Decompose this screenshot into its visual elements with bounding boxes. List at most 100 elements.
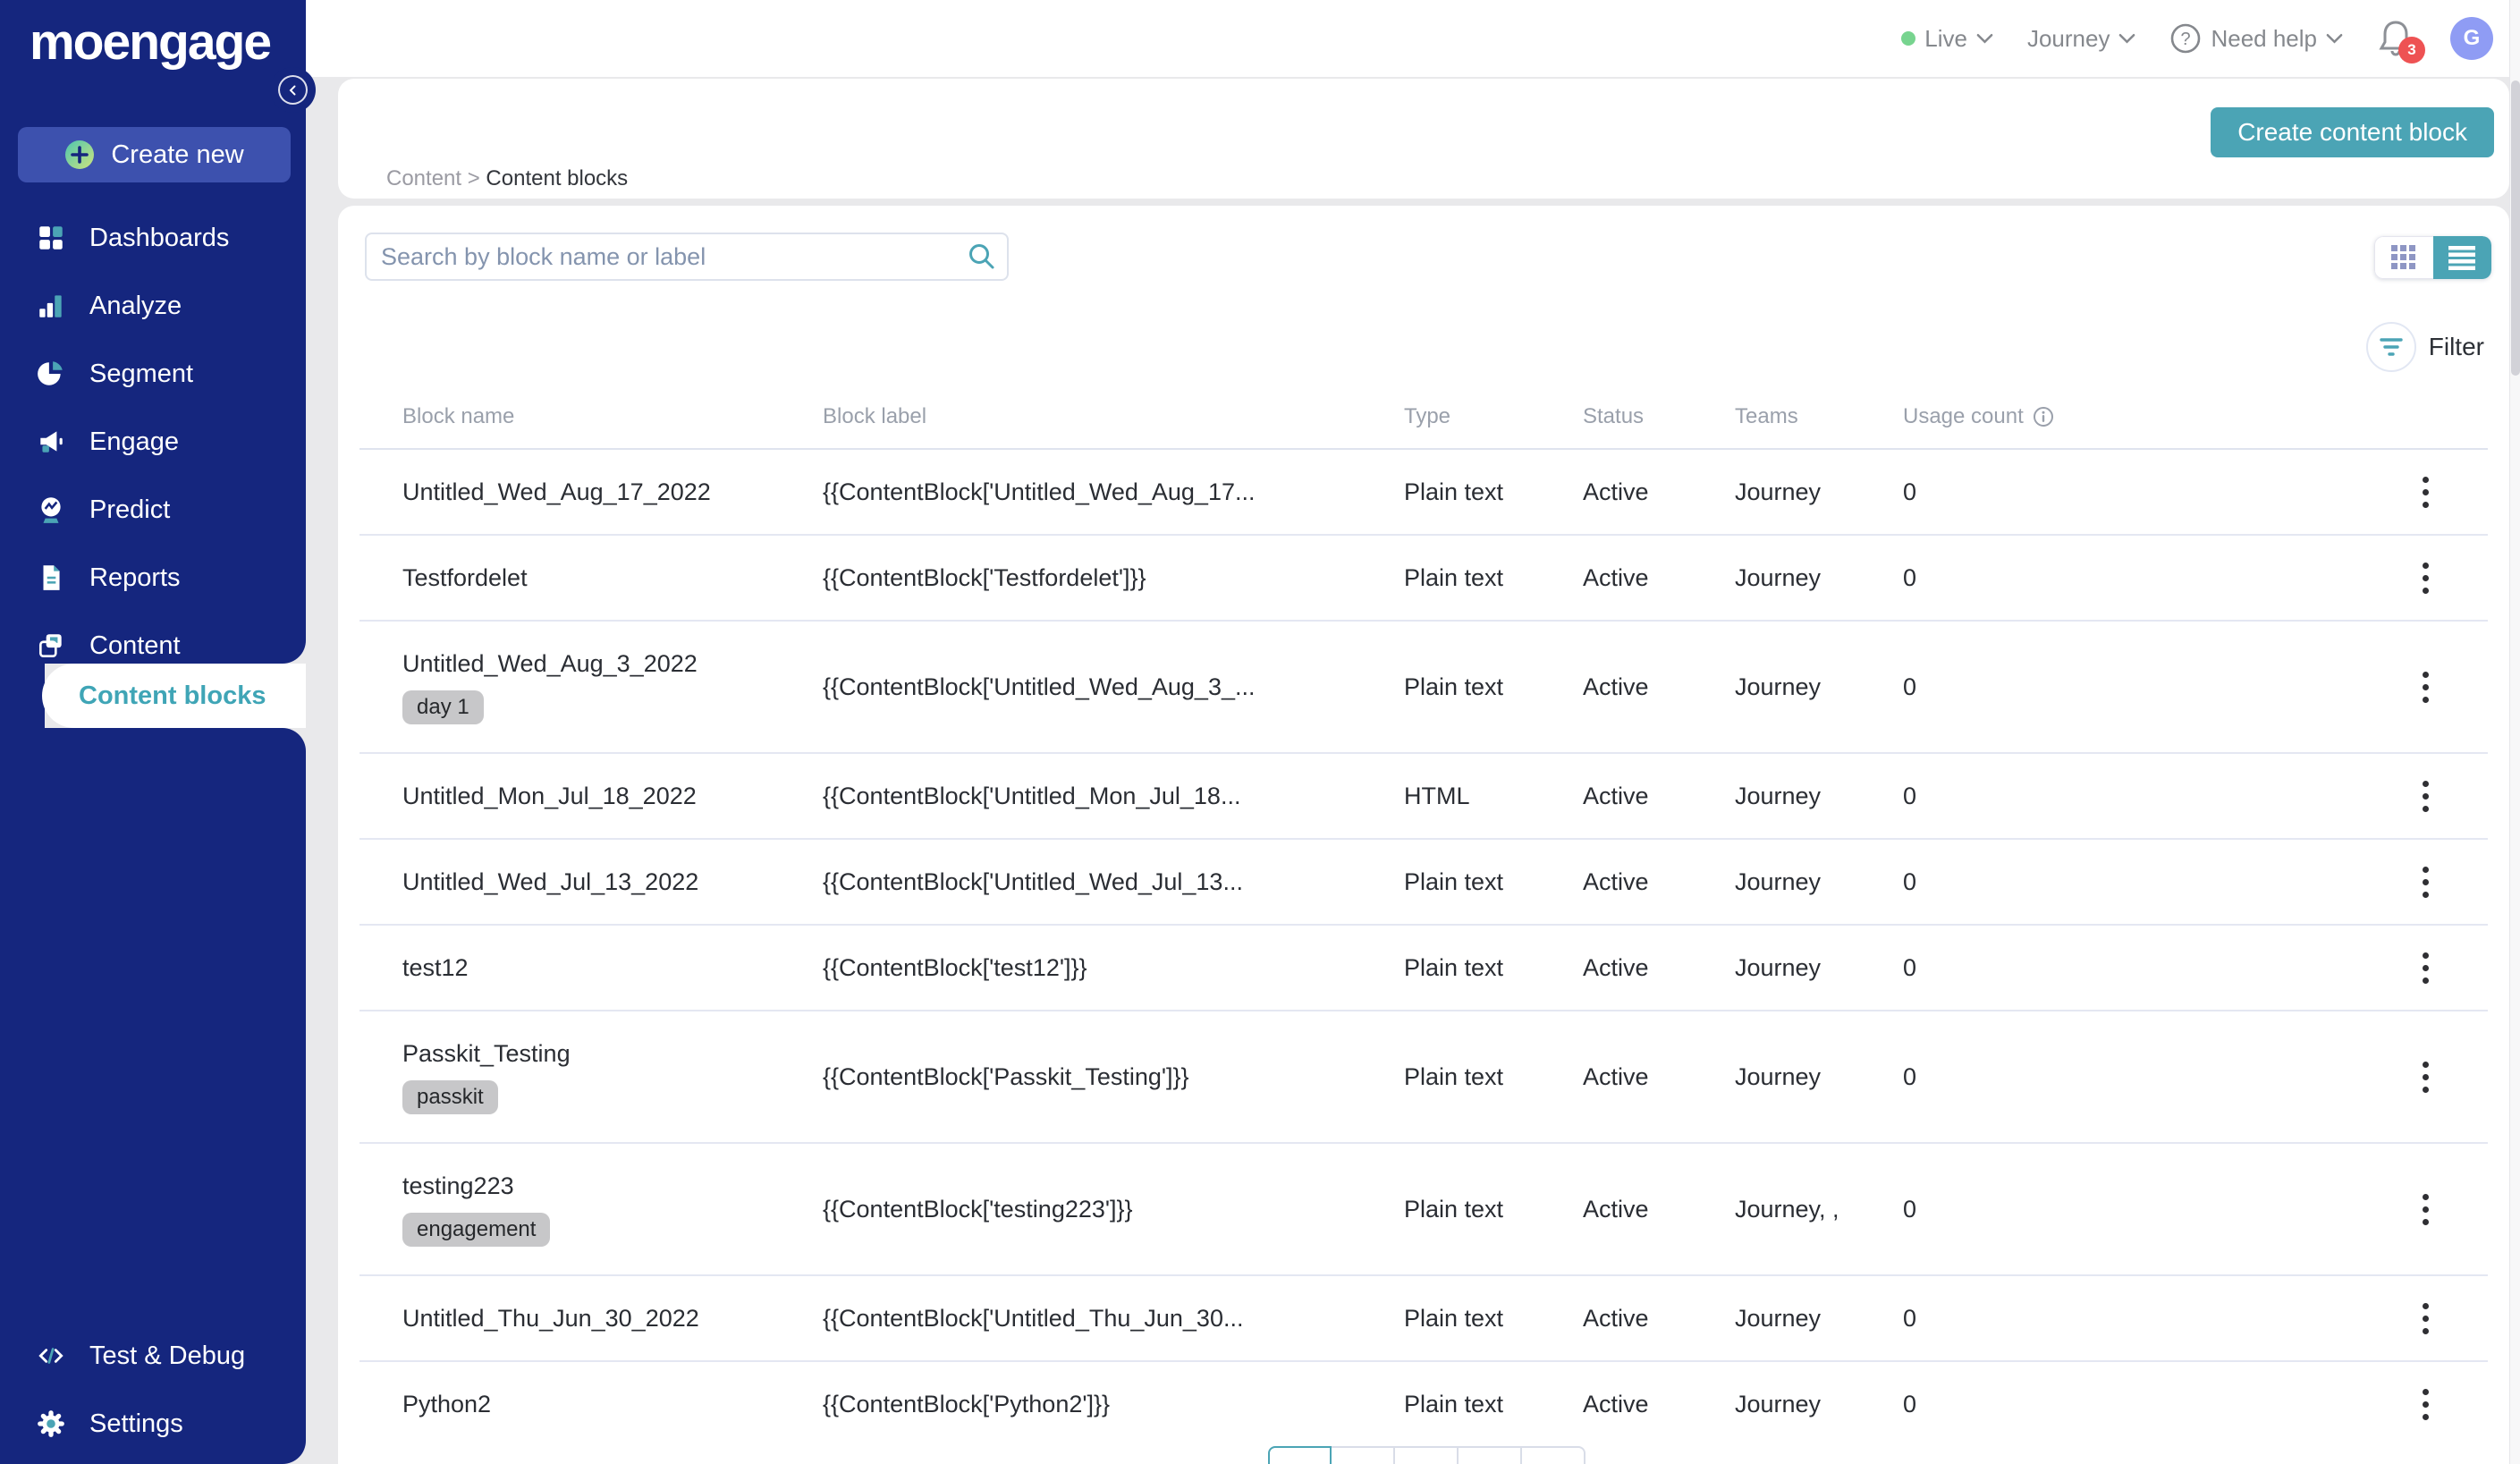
sidebar-item-reports[interactable]: Reports — [0, 544, 306, 612]
col-header-usage-count: Usage count — [1903, 404, 2400, 429]
row-actions-menu-icon[interactable] — [2400, 1184, 2450, 1234]
block-type: Plain text — [1404, 1062, 1504, 1090]
need-help-dropdown[interactable]: ? Need help — [2169, 22, 2343, 55]
environment-label: Live — [1924, 24, 1967, 52]
reports-icon — [43, 565, 60, 590]
info-icon[interactable] — [2033, 406, 2054, 427]
table-row[interactable]: Untitled_Wed_Aug_3_2022 day 1 {{ContentB… — [359, 622, 2488, 754]
table-row[interactable]: Python2 {{ContentBlock['Python2']}} Plai… — [359, 1362, 2488, 1446]
block-name: test12 — [402, 953, 469, 981]
search-icon[interactable] — [957, 241, 1007, 272]
content-blocks-card: Filter Block name Block label Type Statu… — [338, 206, 2509, 1464]
sidebar-item-predict[interactable]: Predict — [0, 476, 306, 544]
table-row[interactable]: Untitled_Mon_Jul_18_2022 {{ContentBlock[… — [359, 754, 2488, 840]
block-status: Active — [1583, 478, 1649, 505]
usage-count: 0 — [1903, 782, 1917, 809]
notifications-button[interactable]: 3 — [2377, 17, 2425, 63]
breadcrumb-separator: > — [467, 166, 480, 190]
row-actions-menu-icon[interactable] — [2400, 857, 2450, 907]
block-type: Plain text — [1404, 673, 1504, 700]
sidebar-item-settings[interactable]: Settings — [0, 1390, 306, 1458]
block-teams: Journey — [1735, 1062, 1822, 1090]
block-type: Plain text — [1404, 563, 1504, 591]
team-dropdown[interactable]: Journey — [2027, 25, 2136, 53]
sidebar-item-test-and-debug[interactable]: Test & Debug — [0, 1322, 306, 1390]
table-header-row: Block name Block label Type Status Teams… — [359, 385, 2488, 450]
row-actions-menu-icon[interactable] — [2400, 1052, 2450, 1102]
row-actions-menu-icon[interactable] — [2400, 1293, 2450, 1343]
block-name: Untitled_Wed_Aug_17_2022 — [402, 478, 711, 505]
pagination-page-button[interactable] — [1268, 1446, 1332, 1464]
block-tag: day 1 — [402, 690, 484, 724]
row-actions-menu-icon[interactable] — [2400, 943, 2450, 993]
gear-icon — [38, 1410, 64, 1437]
scrollbar-thumb[interactable] — [2511, 80, 2520, 376]
content-blocks-table: Block name Block label Type Status Teams… — [359, 385, 2488, 1446]
col-header-type: Type — [1404, 403, 1451, 428]
scrollbar-track[interactable] — [2509, 0, 2520, 1464]
pagination-page-button[interactable] — [1459, 1446, 1522, 1464]
view-toggle — [2374, 236, 2491, 279]
pagination — [1268, 1446, 1586, 1464]
block-name: testing223 — [402, 1172, 514, 1199]
table-row[interactable]: Untitled_Thu_Jun_30_2022 {{ContentBlock[… — [359, 1276, 2488, 1362]
list-view-button[interactable] — [2432, 236, 2491, 279]
block-type: Plain text — [1404, 1195, 1504, 1223]
grid-view-button[interactable] — [2374, 236, 2433, 279]
top-navbar: Live Journey ? Need help 3 G — [306, 0, 2520, 77]
sidebar-item-segment[interactable]: Segment — [0, 340, 306, 408]
col-header-block-name: Block name — [402, 403, 515, 428]
block-status: Active — [1583, 1390, 1649, 1417]
table-row[interactable]: test12 {{ContentBlock['test12']}} Plain … — [359, 926, 2488, 1011]
list-view-icon — [2448, 246, 2476, 270]
sidebar-item-content[interactable]: Content — [0, 612, 306, 680]
row-actions-menu-icon[interactable] — [2400, 1379, 2450, 1429]
create-content-block-button[interactable]: Create content block — [2211, 107, 2494, 157]
block-type: Plain text — [1404, 1390, 1504, 1417]
sidebar: Content blocks moengage Create new Dashb… — [0, 0, 308, 1464]
row-actions-menu-icon[interactable] — [2400, 553, 2450, 603]
pagination-page-button[interactable] — [1522, 1446, 1586, 1464]
sidebar-item-dashboards[interactable]: Dashboards — [0, 204, 306, 272]
block-label: {{ContentBlock['Untitled_Mon_Jul_18... — [823, 782, 1241, 809]
block-label: {{ContentBlock['Passkit_Testing']}} — [823, 1062, 1189, 1090]
chevron-left-icon — [289, 85, 295, 95]
row-actions-menu-icon[interactable] — [2400, 771, 2450, 821]
sidebar-item-analyze[interactable]: Analyze — [0, 272, 306, 340]
usage-count: 0 — [1903, 1390, 1917, 1417]
row-actions-menu-icon[interactable] — [2400, 467, 2450, 517]
notification-count-badge: 3 — [2398, 37, 2425, 63]
search-input[interactable] — [367, 242, 957, 271]
block-name: Untitled_Thu_Jun_30_2022 — [402, 1304, 699, 1332]
create-new-button[interactable]: Create new — [18, 127, 291, 182]
moengage-logo[interactable]: moengage — [30, 13, 272, 72]
search-box — [365, 233, 1009, 281]
table-row[interactable]: Testfordelet {{ContentBlock['Testfordele… — [359, 536, 2488, 622]
usage-count: 0 — [1903, 867, 1917, 895]
col-header-status: Status — [1583, 403, 1645, 428]
usage-count: 0 — [1903, 563, 1917, 591]
engage-icon — [40, 431, 63, 453]
block-type: Plain text — [1404, 953, 1504, 981]
breadcrumb-parent[interactable]: Content — [386, 166, 461, 190]
grid-view-icon — [2391, 245, 2416, 269]
table-row[interactable]: Untitled_Wed_Aug_17_2022 {{ContentBlock[… — [359, 450, 2488, 536]
filter-button[interactable]: Filter — [2365, 322, 2484, 372]
sidebar-item-engage[interactable]: Engage — [0, 408, 306, 476]
breadcrumb: Content > Content blocks — [386, 166, 628, 191]
block-teams: Journey — [1735, 782, 1822, 809]
table-row[interactable]: testing223 engagement {{ContentBlock['te… — [359, 1144, 2488, 1276]
environment-dropdown[interactable]: Live — [1901, 25, 1993, 53]
table-row[interactable]: Passkit_Testing passkit {{ContentBlock['… — [359, 1011, 2488, 1144]
block-label: {{ContentBlock['Untitled_Wed_Aug_17... — [823, 478, 1256, 505]
pagination-page-button[interactable] — [1395, 1446, 1459, 1464]
pagination-page-button[interactable] — [1332, 1446, 1395, 1464]
usage-count: 0 — [1903, 1195, 1917, 1223]
team-label: Journey — [2026, 24, 2110, 52]
user-avatar[interactable]: G — [2450, 17, 2493, 60]
table-row[interactable]: Untitled_Wed_Jul_13_2022 {{ContentBlock[… — [359, 840, 2488, 926]
row-actions-menu-icon[interactable] — [2400, 662, 2450, 712]
block-teams: Journey — [1735, 953, 1822, 981]
sidebar-collapse-button[interactable] — [278, 75, 308, 105]
block-status: Active — [1583, 782, 1649, 809]
